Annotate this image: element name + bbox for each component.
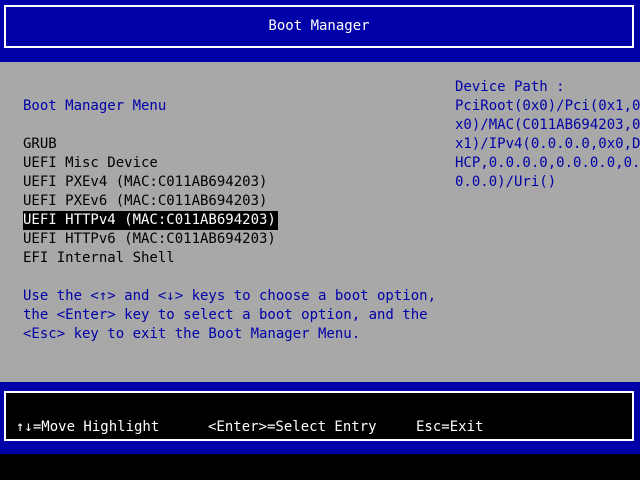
device-path-label: Device Path : [455,79,565,95]
boot-option-uefi-pxev4[interactable]: UEFI PXEv4 (MAC:C011AB694203) [23,173,267,192]
help-text-line-2: the <Enter> key to select a boot option,… [23,307,428,323]
help-text-line-3: <Esc> key to exit the Boot Manager Menu. [23,326,361,342]
device-path-line-4: HCP,0.0.0.0,0.0.0.0,0. [455,155,640,171]
boot-option-uefi-misc-device[interactable]: UEFI Misc Device [23,154,158,173]
boot-option-efi-internal-shell[interactable]: EFI Internal Shell [23,249,175,268]
footer-band: ↑↓=Move Highlight <Enter>=Select Entry E… [0,382,640,454]
boot-option-grub[interactable]: GRUB [23,135,57,154]
main-panel: Boot Manager Menu GRUB UEFI Misc Device … [0,62,640,382]
boot-option-uefi-pxev6[interactable]: UEFI PXEv6 (MAC:C011AB694203) [23,192,267,211]
boot-option-uefi-httpv6[interactable]: UEFI HTTPv6 (MAC:C011AB694203) [23,230,276,249]
device-path-line-2: x0)/MAC(C011AB694203,0 [455,117,640,133]
bottom-margin [0,454,640,480]
move-highlight-hint: ↑↓=Move Highlight [16,419,160,435]
menu-heading: Boot Manager Menu [23,98,167,114]
page-title: Boot Manager [4,5,634,48]
bios-screen: Boot Manager Boot Manager Menu GRUB UEFI… [0,0,640,480]
device-path-line-3: x1)/IPv4(0.0.0.0,0x0,D [455,136,640,152]
device-path-line-5: 0.0.0)/Uri() [455,174,557,190]
exit-hint: Esc=Exit [416,419,484,435]
select-entry-hint: <Enter>=Select Entry [208,419,377,435]
help-text-line-1: Use the <↑> and <↓> keys to choose a boo… [23,288,437,304]
header-band: Boot Manager [0,0,640,62]
device-path-line-1: PciRoot(0x0)/Pci(0x1,0 [455,98,640,114]
boot-option-uefi-httpv4[interactable]: UEFI HTTPv4 (MAC:C011AB694203) [23,211,278,230]
